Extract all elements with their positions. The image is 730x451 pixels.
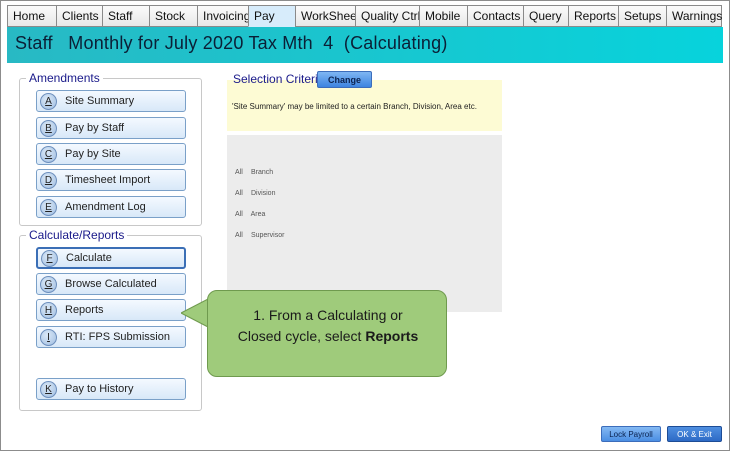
reports-button[interactable]: H Reports (36, 299, 186, 321)
criteria-field: Division (250, 190, 276, 197)
lock-payroll-button[interactable]: Lock Payroll (601, 426, 661, 442)
key-h-icon: H (40, 301, 57, 319)
calculate-button[interactable]: F Calculate (36, 247, 186, 269)
tab-home[interactable]: Home (7, 5, 56, 27)
callout-text: 1. From a Calculating or Closed cycle, s… (208, 305, 448, 347)
site-summary-button[interactable]: A Site Summary (36, 90, 186, 112)
pay-to-history-button[interactable]: K Pay to History (36, 378, 186, 400)
amendment-log-label: Amendment Log (65, 201, 146, 213)
timesheet-import-button[interactable]: D Timesheet Import (36, 169, 186, 191)
criteria-value: All (235, 211, 243, 218)
tab-invoicing[interactable]: Invoicing (197, 5, 250, 27)
change-button[interactable]: Change (317, 71, 372, 88)
reports-label: Reports (65, 304, 104, 316)
ok-exit-button[interactable]: OK & Exit (667, 426, 722, 442)
callout-line2-prefix: Closed cycle, select (237, 328, 366, 344)
pay-by-site-button[interactable]: C Pay by Site (36, 143, 186, 165)
criteria-row-division: All Division (235, 190, 275, 197)
criteria-field: Supervisor (250, 232, 285, 239)
callout-line1: 1. From a Calculating or (253, 307, 403, 323)
pay-by-staff-button[interactable]: B Pay by Staff (36, 117, 186, 139)
criteria-row-branch: All Branch (235, 169, 273, 176)
tab-reports[interactable]: Reports (568, 5, 618, 27)
criteria-row-supervisor: All Supervisor (235, 232, 284, 239)
site-summary-label: Site Summary (65, 95, 135, 107)
timesheet-import-label: Timesheet Import (65, 174, 151, 186)
pay-to-history-label: Pay to History (65, 383, 134, 395)
top-tab-bar: Home Clients Staff Stock Invoicing Pay W… (7, 5, 722, 27)
tab-quality-ctrl[interactable]: Quality Ctrl (355, 5, 420, 27)
tab-contacts[interactable]: Contacts (467, 5, 523, 27)
tab-mobile[interactable]: Mobile (419, 5, 467, 27)
browse-calculated-button[interactable]: G Browse Calculated (36, 273, 186, 295)
selection-note: 'Site Summary' may be limited to a certa… (232, 102, 477, 111)
criteria-panel: All Branch All Division All Area All Sup… (227, 135, 502, 312)
key-d-icon: D (40, 171, 57, 189)
criteria-field: Branch (250, 169, 274, 176)
page-title-band: Staff Monthly for July 2020 Tax Mth 4 (C… (7, 27, 723, 63)
pay-by-staff-label: Pay by Staff (65, 122, 125, 134)
amendment-log-button[interactable]: E Amendment Log (36, 196, 186, 218)
key-e-icon: E (40, 198, 57, 216)
page-title: Staff Monthly for July 2020 Tax Mth 4 (C… (15, 33, 448, 53)
key-b-icon: B (40, 119, 57, 137)
criteria-value: All (235, 169, 243, 176)
key-c-icon: C (40, 145, 57, 163)
criteria-value: All (235, 190, 243, 197)
key-a-icon: A (40, 92, 57, 110)
instruction-callout: 1. From a Calculating or Closed cycle, s… (207, 290, 447, 377)
calculate-label: Calculate (66, 252, 112, 264)
tab-warnings[interactable]: Warnings (666, 5, 722, 27)
amendments-group-label: Amendments (26, 71, 103, 85)
tab-worksheet[interactable]: WorkSheet (295, 5, 360, 27)
criteria-value: All (235, 232, 243, 239)
tab-staff[interactable]: Staff (102, 5, 149, 27)
callout-line2-bold: Reports (365, 328, 419, 344)
selection-criteria-label: Selection Criteria (233, 72, 325, 86)
tab-pay[interactable]: Pay (248, 5, 295, 27)
calculate-reports-group-label: Calculate/Reports (26, 228, 128, 242)
tab-query[interactable]: Query (523, 5, 568, 27)
tab-stock[interactable]: Stock (149, 5, 197, 27)
criteria-row-area: All Area (235, 211, 265, 218)
key-g-icon: G (40, 275, 57, 293)
tab-clients[interactable]: Clients (56, 5, 102, 27)
rti-fps-submission-button[interactable]: I RTI: FPS Submission (36, 326, 186, 348)
key-f-icon: F (41, 249, 58, 267)
key-i-icon: I (40, 328, 57, 346)
key-k-icon: K (40, 380, 57, 398)
rti-fps-submission-label: RTI: FPS Submission (65, 331, 170, 343)
browse-calculated-label: Browse Calculated (65, 278, 157, 290)
tab-setups[interactable]: Setups (618, 5, 666, 27)
pay-by-site-label: Pay by Site (65, 148, 121, 160)
window-frame: Home Clients Staff Stock Invoicing Pay W… (0, 0, 730, 451)
criteria-field: Area (250, 211, 266, 218)
